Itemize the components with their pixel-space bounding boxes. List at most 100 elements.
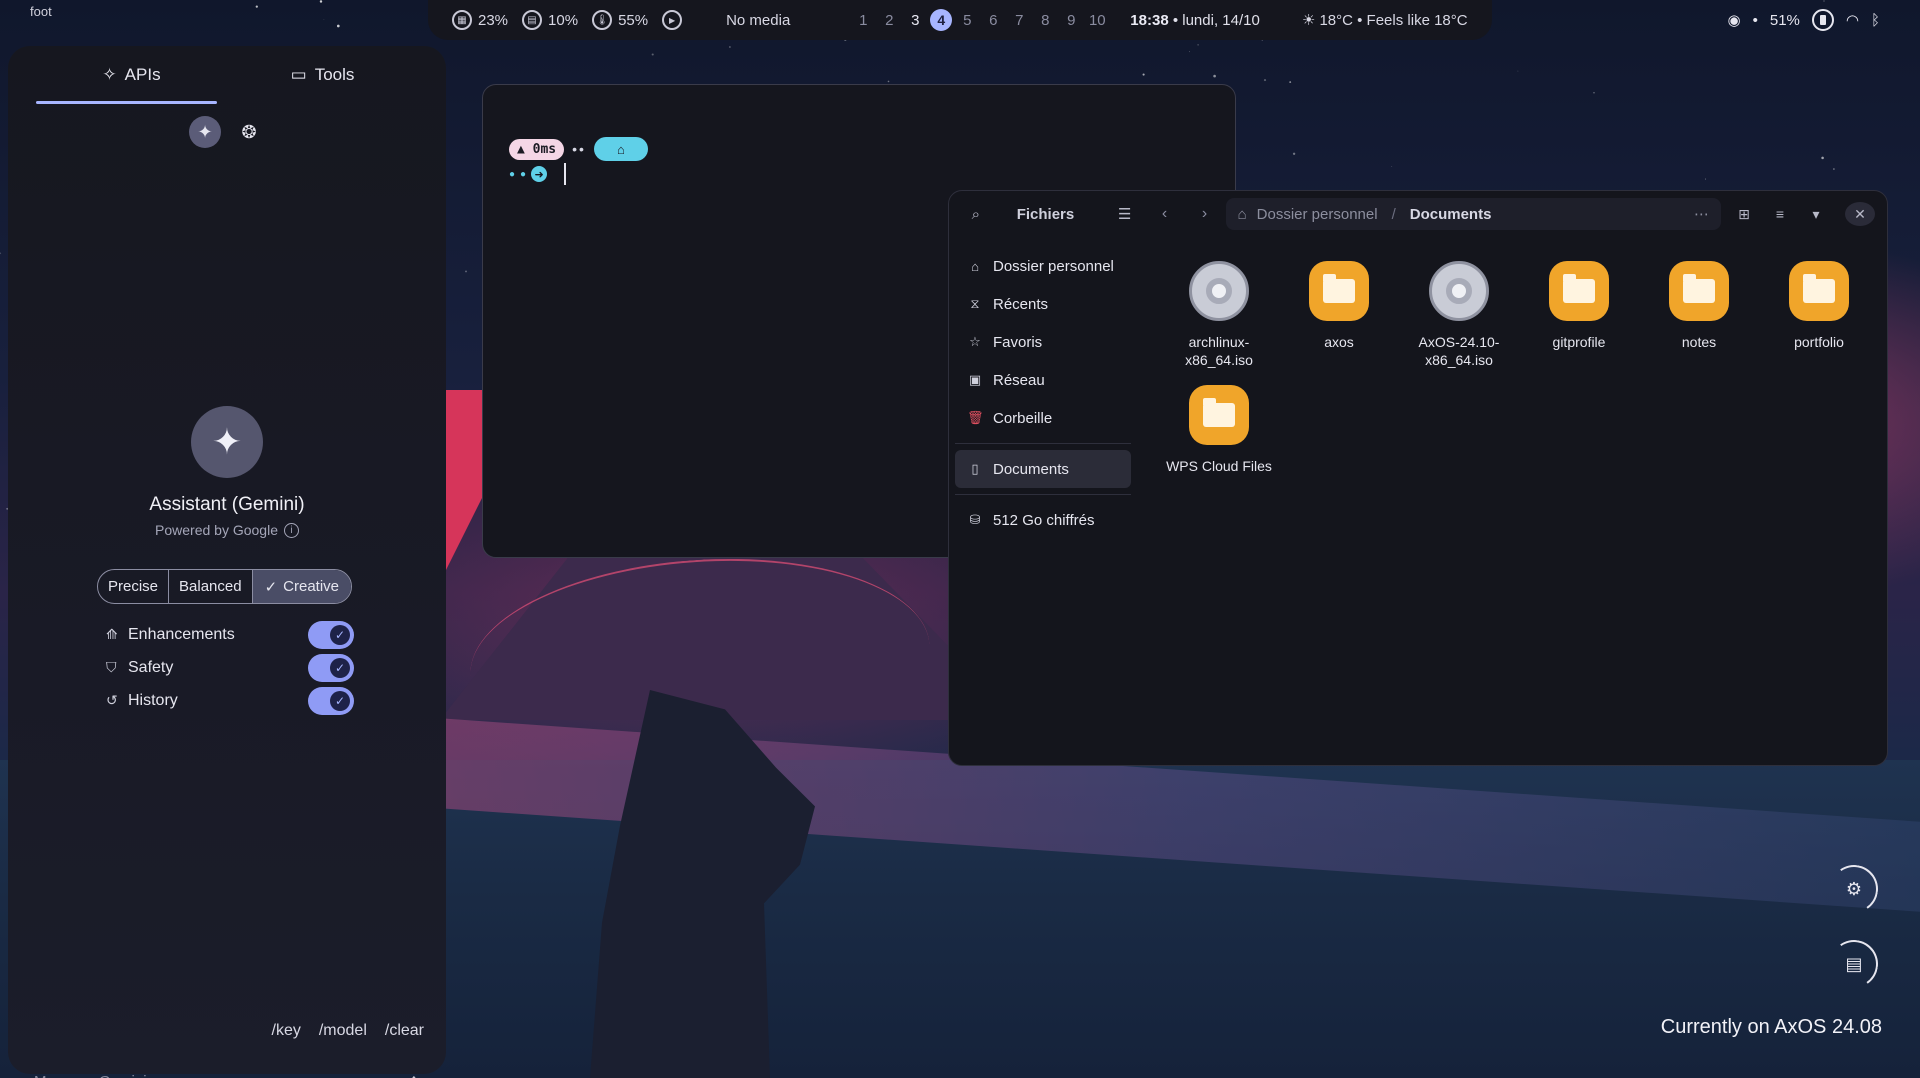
play-icon[interactable]: ▶ <box>662 10 683 30</box>
sidebar-item-starred[interactable]: ☆ Favoris <box>955 323 1131 361</box>
temperature-creative[interactable]: ✓ Creative <box>252 570 352 603</box>
tab-apis[interactable]: ✧ APIs <box>36 46 227 104</box>
system-tray: ◉ • 51% ◠ ᛒ <box>1728 9 1880 31</box>
gemini-model-button[interactable]: ✦ <box>189 116 221 148</box>
panel-widget[interactable]: ▤ <box>1830 940 1878 988</box>
star <box>1289 81 1292 84</box>
clock-time: 18:38 <box>1130 11 1169 29</box>
prompt-dot: ● <box>509 168 516 180</box>
file-item[interactable]: axos <box>1279 261 1399 369</box>
star <box>1189 51 1190 53</box>
new-folder-icon[interactable]: ⊞ <box>1729 206 1759 223</box>
toolbox-icon: ▭ <box>290 65 307 84</box>
sidebar-item-recent[interactable]: ⧖ Récents <box>955 285 1131 323</box>
temperature-precise[interactable]: Precise <box>98 570 170 603</box>
workspace-9[interactable]: 9 <box>1058 12 1084 29</box>
sparkle-icon: ✦ <box>191 406 263 478</box>
file-manager-title: Fichiers <box>1016 205 1075 223</box>
tab-tools-label: Tools <box>314 65 355 84</box>
safety-switch[interactable]: ✓ <box>308 653 354 682</box>
file-name: WPS Cloud Files <box>1166 458 1272 474</box>
sidebar-item-drive[interactable]: ⛁ 512 Go chiffrés <box>955 501 1131 539</box>
file-item[interactable]: gitprofile <box>1519 261 1639 369</box>
assistant-sidebar: ✧ APIs ▭ Tools ✦ ❂ ✦ Assistant (Gemini) … <box>8 46 446 1078</box>
folder-icon <box>1189 385 1249 445</box>
workspace-3[interactable]: 3 <box>902 12 928 29</box>
back-icon[interactable]: ‹ <box>1150 205 1180 223</box>
send-arrow-icon[interactable]: ↑ <box>402 1072 426 1078</box>
clock[interactable]: 18:38 • lundi, 14/10 <box>1130 12 1260 29</box>
places-divider <box>955 494 1131 495</box>
file-name: gitprofile <box>1552 334 1606 350</box>
discord-icon[interactable]: ◉ <box>1728 11 1741 29</box>
workspace-4[interactable]: 4 <box>930 9 953 31</box>
sidebar-item-trash[interactable]: 🗑︎ Corbeille <box>955 399 1131 437</box>
star <box>1823 0 1825 2</box>
folder-icon <box>1309 261 1369 321</box>
text-cursor <box>564 163 567 185</box>
breadcrumb-home[interactable]: Dossier personnel <box>1257 206 1378 223</box>
enhancements-switch[interactable]: ✓ <box>308 620 354 649</box>
network-icon: ▣ <box>968 372 982 387</box>
weather-icon: ☀︎ <box>1301 12 1316 29</box>
search-icon[interactable]: ⌕ <box>961 206 991 223</box>
settings-widget[interactable]: ⚙ <box>1830 865 1878 913</box>
file-item[interactable]: archlinux-x86_64.iso <box>1159 261 1279 369</box>
workspace-switcher: 1 2 3 4 5 6 7 8 9 10 <box>850 9 1110 31</box>
workspace-5[interactable]: 5 <box>954 12 980 29</box>
tab-apis-label: APIs <box>124 65 161 84</box>
breadcrumb-current[interactable]: Documents <box>1410 206 1492 223</box>
openai-model-button[interactable]: ❂ <box>233 116 265 148</box>
message-input[interactable] <box>34 1072 374 1078</box>
drive-icon: ⛁ <box>969 512 981 527</box>
media-label[interactable]: No media <box>726 12 790 29</box>
wifi-icon[interactable]: ◠ <box>1846 11 1859 29</box>
temperature-balanced[interactable]: Balanced <box>169 570 253 603</box>
folder-icon <box>1669 261 1729 321</box>
bluetooth-icon[interactable]: ᛒ <box>1871 12 1880 29</box>
command-clear[interactable]: /clear <box>385 1022 424 1040</box>
tray-separator: • <box>1752 11 1758 29</box>
check-icon: ✓ <box>330 657 350 678</box>
file-item[interactable]: notes <box>1639 261 1759 369</box>
sidebar-item-documents[interactable]: ▯ Documents <box>955 450 1131 488</box>
workspace-8[interactable]: 8 <box>1032 12 1058 29</box>
cpu-indicator[interactable]: ▦ 23% <box>452 10 508 30</box>
prompt-line: ● ● ➜ <box>509 163 567 185</box>
command-model[interactable]: /model <box>319 1022 367 1040</box>
weather-indicator[interactable]: ☀︎ 18°C • Feels like 18°C <box>1302 11 1468 29</box>
check-icon: ✓ <box>330 690 350 711</box>
clock-date: • lundi, 14/10 <box>1168 11 1260 29</box>
temp-indicator[interactable]: 🌡︎ 55% <box>592 10 648 30</box>
enhance-icon: ⟰ <box>106 626 118 642</box>
list-view-icon[interactable]: ≡ <box>1765 206 1795 222</box>
history-switch[interactable]: ✓ <box>308 686 354 715</box>
more-options-icon[interactable]: ⋯ <box>1694 205 1709 223</box>
folder-icon <box>1549 261 1609 321</box>
workspace-7[interactable]: 7 <box>1006 12 1032 29</box>
home-dir-icon: ⌂ <box>593 137 648 161</box>
sidebar-item-network[interactable]: ▣ Réseau <box>955 361 1131 399</box>
breadcrumb-home-icon[interactable]: ⌂ <box>1238 206 1247 223</box>
star <box>1833 168 1835 170</box>
battery-icon[interactable] <box>1811 9 1834 31</box>
workspace-10[interactable]: 10 <box>1084 12 1110 29</box>
info-icon[interactable]: i <box>283 522 299 538</box>
workspace-6[interactable]: 6 <box>980 12 1006 29</box>
chevron-down-icon[interactable]: ▾ <box>1801 206 1831 223</box>
assistant-toggles: ⟰ Enhancements ✓ ⛉ Safety ✓ ↺ History ✓ <box>106 618 354 717</box>
tab-tools[interactable]: ▭ Tools <box>227 46 418 104</box>
forward-icon[interactable]: › <box>1190 205 1220 223</box>
file-item[interactable]: portfolio <box>1759 261 1879 369</box>
file-item[interactable]: WPS Cloud Files <box>1159 385 1279 475</box>
hamburger-menu-icon[interactable]: ☰ <box>1110 205 1140 223</box>
ram-indicator[interactable]: ▤ 10% <box>522 10 578 30</box>
assistant-subtitle-text: Powered by Google <box>155 522 278 538</box>
workspace-2[interactable]: 2 <box>876 12 902 29</box>
file-item[interactable]: AxOS-24.10-x86_64.iso <box>1399 261 1519 369</box>
sidebar-item-home[interactable]: ⌂ Dossier personnel <box>955 247 1131 285</box>
close-icon[interactable]: ✕ <box>1844 202 1875 226</box>
workspace-1[interactable]: 1 <box>850 12 876 29</box>
command-key[interactable]: /key <box>272 1022 301 1040</box>
sidebar-tabs: ✧ APIs ▭ Tools <box>8 46 446 104</box>
